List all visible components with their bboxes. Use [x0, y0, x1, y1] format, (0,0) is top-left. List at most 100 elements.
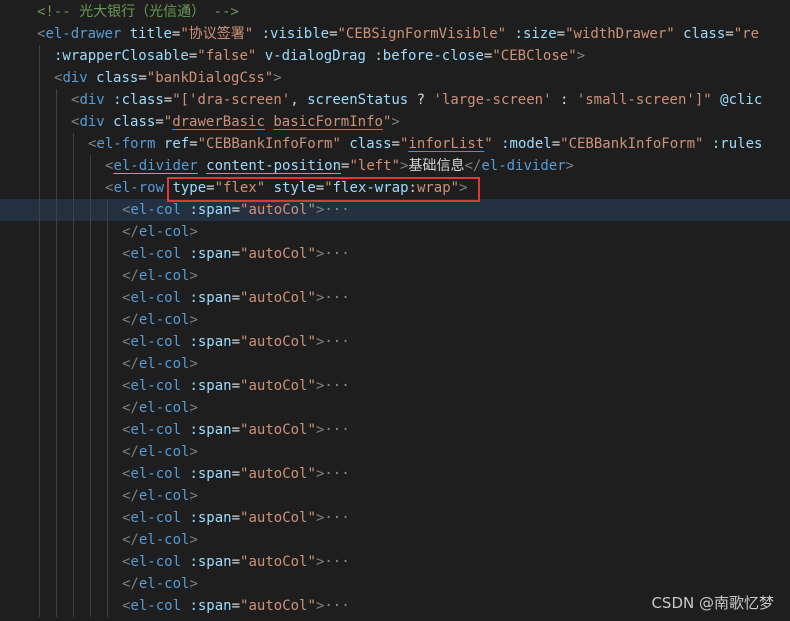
code-text: </el-col> [122, 221, 198, 243]
indent-guide [56, 375, 57, 397]
code-text: <div :class="['dra-screen', screenStatus… [71, 89, 762, 111]
code-token: = [551, 136, 561, 152]
code-line[interactable]: <el-col :span="autoCol">··· [0, 551, 790, 573]
code-text: <div class="bankDialogCss"> [54, 67, 282, 89]
code-line[interactable]: <el-drawer title="协议签署" :visible="CEBSig… [0, 23, 790, 45]
fold-ellipsis-icon[interactable]: ··· [324, 290, 349, 306]
fold-ellipsis-icon[interactable]: ··· [324, 422, 349, 438]
code-token: el-col [138, 356, 190, 372]
code-text: <el-col :span="autoCol">··· [122, 595, 350, 617]
code-token: </ [122, 532, 139, 548]
code-token: :class [113, 92, 164, 108]
indent-guide [39, 353, 40, 375]
code-token: ? [408, 92, 434, 108]
code-line[interactable]: <div class="drawerBasic basicFormInfo"> [0, 111, 790, 133]
indent-guide [39, 331, 40, 353]
code-token: :span [189, 598, 232, 614]
indent-guide [56, 485, 57, 507]
indent-guide [73, 419, 74, 441]
code-token: content-position [206, 158, 342, 174]
code-line[interactable]: </el-col> [0, 397, 790, 419]
code-line[interactable]: <el-divider content-position="left">基础信息… [0, 155, 790, 177]
code-token: 'dra-screen' [189, 92, 291, 108]
code-line[interactable]: <div class="bankDialogCss"> [0, 67, 790, 89]
code-line[interactable]: <div :class="['dra-screen', screenStatus… [0, 89, 790, 111]
indent-guide [39, 573, 40, 595]
indent-guide [107, 331, 108, 353]
code-line[interactable]: <el-col :span="autoCol">··· [0, 419, 790, 441]
indent-guide [39, 243, 40, 265]
code-line[interactable]: </el-col> [0, 309, 790, 331]
fold-ellipsis-icon[interactable]: ··· [324, 246, 349, 262]
code-line[interactable]: <el-col :span="autoCol">··· [0, 243, 790, 265]
code-line[interactable]: <el-col :span="autoCol">··· [0, 199, 790, 221]
code-token: = [163, 92, 173, 108]
code-line[interactable]: </el-col> [0, 353, 790, 375]
indent-guide [107, 243, 108, 265]
indent-guide [39, 441, 40, 463]
code-line[interactable]: </el-col> [0, 441, 790, 463]
code-token: basicFormInfo [273, 114, 383, 130]
code-editor[interactable]: <!-- 光大银行（光信通） --> <el-drawer title="协议签署… [0, 0, 790, 621]
code-line[interactable]: </el-col> [0, 221, 790, 243]
code-token: screenStatus [307, 92, 409, 108]
code-token: = [206, 180, 215, 196]
fold-ellipsis-icon[interactable]: ··· [324, 202, 349, 218]
indent-guide [39, 287, 40, 309]
code-line[interactable]: <el-col :span="autoCol">··· [0, 507, 790, 529]
indent-guide [39, 529, 40, 551]
code-line[interactable]: <!-- 光大银行（光信通） --> [0, 1, 790, 23]
indent-guide [73, 177, 74, 199]
indent-guide [90, 331, 91, 353]
indent-guide [56, 353, 57, 375]
code-line[interactable]: <el-form ref="CEBBankInfoForm" class="in… [0, 133, 790, 155]
indent-guide [39, 551, 40, 573]
code-line[interactable]: <el-col :span="autoCol">··· [0, 375, 790, 397]
indent-guide [90, 155, 91, 177]
indent-guide [73, 309, 74, 331]
code-line[interactable]: :wrapperClosable="false" v-dialogDrag :b… [0, 45, 790, 67]
code-text: <el-drawer title="协议签署" :visible="CEBSig… [37, 23, 759, 45]
code-line[interactable]: </el-col> [0, 265, 790, 287]
fold-ellipsis-icon[interactable]: ··· [324, 378, 349, 394]
code-token: : [551, 92, 577, 108]
fold-ellipsis-icon[interactable]: ··· [324, 554, 349, 570]
fold-ellipsis-icon[interactable]: ··· [324, 466, 349, 482]
code-line[interactable]: <el-col :span="autoCol">··· [0, 463, 790, 485]
code-token: = [391, 136, 400, 152]
indent-guide [56, 199, 57, 221]
code-token: </ [122, 576, 139, 592]
indent-guide [39, 397, 40, 419]
indent-guide [90, 243, 91, 265]
fold-ellipsis-icon[interactable]: ··· [324, 334, 349, 350]
code-line[interactable]: <el-row type="flex" style="flex-wrap:wra… [0, 177, 790, 199]
code-token: :model [501, 136, 552, 152]
code-token: </ [464, 158, 482, 174]
indent-guide [107, 353, 108, 375]
code-token: "CEBBankInfoForm" [560, 136, 704, 152]
code-line[interactable]: </el-col> [0, 485, 790, 507]
code-token: = [231, 422, 241, 438]
code-token: > [189, 356, 198, 372]
fold-ellipsis-icon[interactable]: ··· [324, 598, 349, 614]
code-token: = [231, 466, 241, 482]
code-token: el-col [130, 598, 182, 614]
code-token: el-col [130, 334, 182, 350]
code-token: el-col [138, 312, 190, 328]
code-token: el-col [138, 488, 190, 504]
indent-guide [73, 573, 74, 595]
code-token: "autoCol" [240, 598, 316, 614]
indent-guide [39, 507, 40, 529]
fold-ellipsis-icon[interactable]: ··· [324, 510, 349, 526]
indent-guide [90, 463, 91, 485]
code-line[interactable]: <el-col :span="autoCol">··· [0, 331, 790, 353]
indent-guide [73, 485, 74, 507]
code-token: type [172, 180, 207, 196]
code-token: = [231, 202, 241, 218]
code-token: "autoCol" [240, 334, 316, 350]
code-line[interactable]: </el-col> [0, 529, 790, 551]
indent-guide [56, 419, 57, 441]
code-line[interactable]: <el-col :span="autoCol">··· [0, 287, 790, 309]
